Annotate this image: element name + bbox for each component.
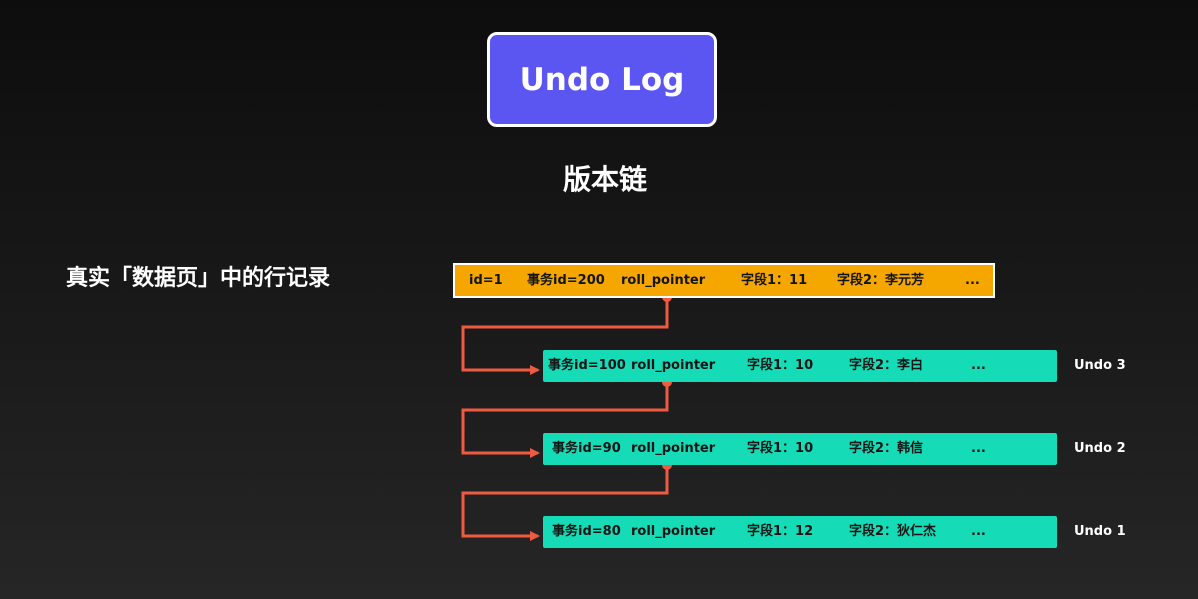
undo-label: Undo 1 [1074,524,1126,539]
undo-field1: 字段1：12 [747,524,814,539]
undo-trx-id: 事务id=80 [552,524,621,539]
undo-record-row: 事务id=90 roll_pointer 字段1：10 字段2：韩信 ... [543,433,1057,465]
undo-label: Undo 3 [1074,358,1126,373]
record-field1: 字段1：11 [741,273,808,288]
record-field2: 字段2：李元芳 [837,273,925,288]
record-more: ... [965,273,980,288]
undo-more: ... [971,358,986,373]
undo-record-row: 事务id=100 roll_pointer 字段1：10 字段2：李白 ... [543,350,1057,382]
record-id: id=1 [469,273,503,288]
undo-field2: 字段2：李白 [849,358,924,373]
undo-label: Undo 2 [1074,441,1126,456]
undo-field2: 字段2：韩信 [849,441,924,456]
undo-trx-id: 事务id=100 [548,358,626,373]
undo-roll-pointer: roll_pointer [631,441,716,456]
current-record-row: id=1 事务id=200 roll_pointer 字段1：11 字段2：李元… [453,263,995,298]
roll-pointer-connectors [461,292,672,541]
undo-more: ... [971,441,986,456]
record-roll-pointer: roll_pointer [621,273,706,288]
undo-field1: 字段1：10 [747,441,814,456]
undo-record-row: 事务id=80 roll_pointer 字段1：12 字段2：狄仁杰 ... [543,516,1057,548]
undo-field1: 字段1：10 [747,358,814,373]
undo-more: ... [971,524,986,539]
record-trx-id: 事务id=200 [527,273,605,288]
undo-roll-pointer: roll_pointer [631,524,716,539]
undo-roll-pointer: roll_pointer [631,358,716,373]
undo-field2: 字段2：狄仁杰 [849,524,937,539]
undo-trx-id: 事务id=90 [552,441,621,456]
